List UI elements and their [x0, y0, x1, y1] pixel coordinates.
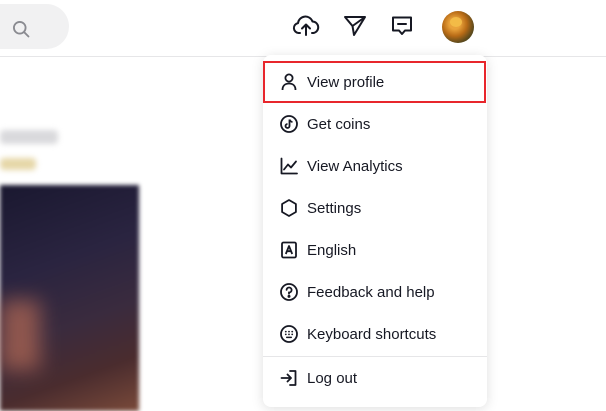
- blurred-username: [0, 130, 58, 144]
- menu-item-label: Feedback and help: [307, 283, 435, 301]
- menu-item-settings[interactable]: Settings: [263, 187, 487, 229]
- menu-item-view-profile[interactable]: View profile: [263, 61, 487, 103]
- menu-item-label: Settings: [307, 199, 362, 217]
- keyboard-icon: [278, 323, 300, 345]
- menu-item-keyboard-shortcuts[interactable]: Keyboard shortcuts: [263, 313, 487, 355]
- blurred-subtitle: [0, 158, 36, 170]
- menu-item-label: English: [307, 241, 357, 259]
- search-icon[interactable]: [11, 19, 31, 39]
- menu-item-feedback-and-help[interactable]: Feedback and help: [263, 271, 487, 313]
- menu-item-label: View profile: [307, 73, 385, 91]
- video-thumbnail-glow: [0, 300, 40, 370]
- upload-icon[interactable]: [292, 12, 320, 40]
- paper-plane-icon[interactable]: [341, 12, 369, 40]
- message-inbox-icon[interactable]: [388, 12, 416, 40]
- menu-item-label: Log out: [307, 369, 358, 387]
- tiktok-coin-icon: [278, 113, 300, 135]
- profile-dropdown-menu: View profile Get coins View Analytics Se…: [263, 55, 487, 407]
- menu-item-label: Get coins: [307, 115, 371, 133]
- menu-item-label: View Analytics: [307, 157, 403, 175]
- gear-icon: [278, 197, 300, 219]
- language-icon: [278, 239, 300, 261]
- user-avatar[interactable]: [442, 11, 474, 43]
- search-bar[interactable]: [0, 4, 69, 49]
- menu-item-label: Keyboard shortcuts: [307, 325, 437, 343]
- person-icon: [278, 71, 300, 93]
- menu-item-english[interactable]: English: [263, 229, 487, 271]
- video-thumbnail[interactable]: [0, 185, 139, 411]
- logout-icon: [278, 367, 300, 389]
- analytics-chart-icon: [278, 155, 300, 177]
- help-icon: [278, 281, 300, 303]
- top-header: [0, 0, 606, 57]
- menu-item-log-out[interactable]: Log out: [263, 357, 487, 399]
- menu-item-get-coins[interactable]: Get coins: [263, 103, 487, 145]
- menu-item-view-analytics[interactable]: View Analytics: [263, 145, 487, 187]
